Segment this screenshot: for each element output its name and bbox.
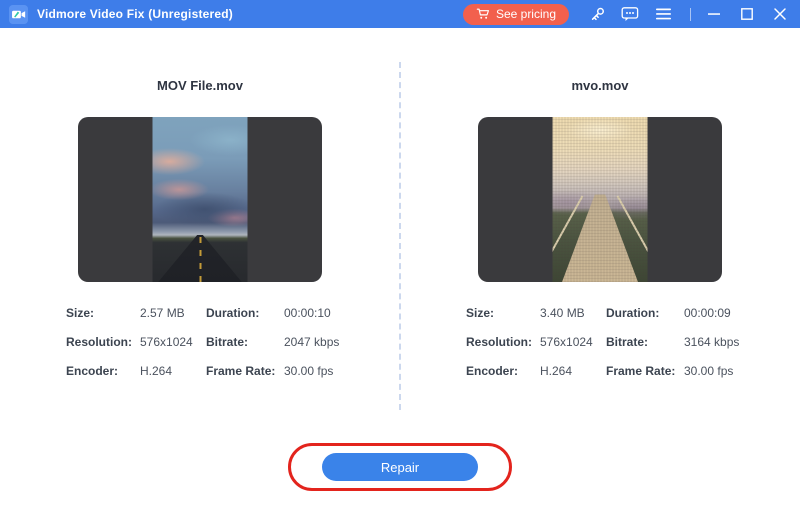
info-label-encoder: Encoder:	[466, 364, 540, 378]
info-label-duration: Duration:	[606, 306, 684, 320]
sample-video-preview	[478, 117, 722, 282]
info-value-duration: 00:00:10	[284, 306, 400, 320]
see-pricing-label: See pricing	[496, 7, 556, 21]
minimize-icon[interactable]	[704, 4, 724, 24]
app-window: Vidmore Video Fix (Unregistered) See pri…	[0, 0, 800, 516]
info-label-framerate: Frame Rate:	[206, 364, 284, 378]
see-pricing-button[interactable]: See pricing	[463, 4, 569, 25]
info-value-duration: 00:00:09	[684, 306, 800, 320]
info-label-duration: Duration:	[206, 306, 284, 320]
info-value-encoder: H.264	[140, 364, 206, 378]
info-label-size: Size:	[466, 306, 540, 320]
info-label-resolution: Resolution:	[466, 335, 540, 349]
titlebar-separator	[690, 8, 691, 21]
info-value-resolution: 576x1024	[140, 335, 206, 349]
info-value-framerate: 30.00 fps	[284, 364, 400, 378]
info-value-size: 2.57 MB	[140, 306, 206, 320]
original-video-filename: MOV File.mov	[0, 78, 400, 93]
close-icon[interactable]	[770, 4, 790, 24]
original-video-info-grid: Size: 2.57 MB Duration: 00:00:10 Resolut…	[0, 306, 400, 378]
titlebar: Vidmore Video Fix (Unregistered) See pri…	[0, 0, 800, 28]
original-video-panel: MOV File.mov Size: 2.57 MB Duration: 00:…	[0, 28, 400, 378]
info-value-encoder: H.264	[540, 364, 606, 378]
window-title: Vidmore Video Fix (Unregistered)	[37, 7, 233, 21]
info-value-size: 3.40 MB	[540, 306, 606, 320]
sample-video-info-grid: Size: 3.40 MB Duration: 00:00:09 Resolut…	[400, 306, 800, 378]
info-label-framerate: Frame Rate:	[606, 364, 684, 378]
info-value-bitrate: 3164 kbps	[684, 335, 800, 349]
maximize-icon[interactable]	[737, 4, 757, 24]
info-label-size: Size:	[66, 306, 140, 320]
info-label-bitrate: Bitrate:	[206, 335, 284, 349]
annotation-highlight-ring: Repair	[288, 443, 512, 491]
info-label-encoder: Encoder:	[66, 364, 140, 378]
sample-video-frame	[553, 117, 648, 282]
original-video-frame	[153, 117, 248, 282]
info-value-framerate: 30.00 fps	[684, 364, 800, 378]
app-logo-icon	[9, 5, 28, 24]
info-label-bitrate: Bitrate:	[606, 335, 684, 349]
original-video-preview	[78, 117, 322, 282]
info-label-resolution: Resolution:	[66, 335, 140, 349]
sample-video-filename: mvo.mov	[400, 78, 800, 93]
register-key-icon[interactable]	[587, 4, 607, 24]
hamburger-menu-icon[interactable]	[653, 4, 673, 24]
sample-video-panel: mvo.mov Size: 3.40 MB Duration: 00:00:09…	[400, 28, 800, 378]
feedback-chat-icon[interactable]	[620, 4, 640, 24]
cart-icon	[476, 7, 490, 21]
info-value-bitrate: 2047 kbps	[284, 335, 400, 349]
repair-button[interactable]: Repair	[322, 453, 478, 481]
info-value-resolution: 576x1024	[540, 335, 606, 349]
